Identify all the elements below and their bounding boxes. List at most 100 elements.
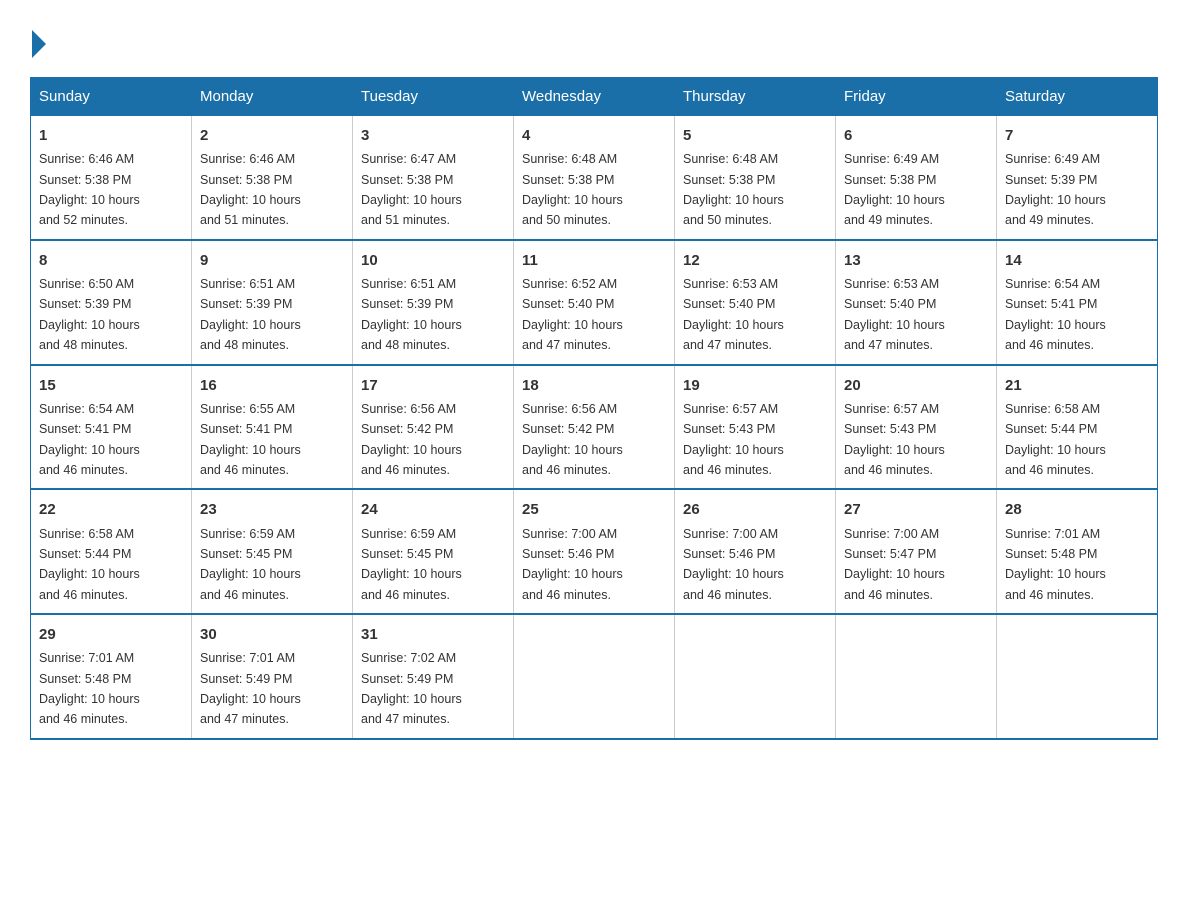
calendar-cell: 15Sunrise: 6:54 AMSunset: 5:41 PMDayligh… bbox=[31, 365, 192, 490]
day-daylight-minutes: and 46 minutes. bbox=[200, 588, 289, 602]
day-sunset-value: Sunset: 5:42 PM bbox=[522, 422, 614, 436]
calendar-cell: 11Sunrise: 6:52 AMSunset: 5:40 PMDayligh… bbox=[514, 240, 675, 365]
day-daylight-minutes: and 48 minutes. bbox=[39, 338, 128, 352]
day-daylight-minutes: and 46 minutes. bbox=[39, 588, 128, 602]
calendar-week-row: 29Sunrise: 7:01 AMSunset: 5:48 PMDayligh… bbox=[31, 614, 1158, 739]
day-daylight-minutes: and 51 minutes. bbox=[200, 213, 289, 227]
day-number: 19 bbox=[683, 374, 827, 397]
calendar-cell: 1Sunrise: 6:46 AMSunset: 5:38 PMDaylight… bbox=[31, 116, 192, 240]
day-number: 23 bbox=[200, 498, 344, 521]
day-sunrise-value: Sunrise: 6:58 AM bbox=[1005, 402, 1100, 416]
day-daylight-hours: Daylight: 10 hours bbox=[200, 318, 301, 332]
day-sunset-value: Sunset: 5:39 PM bbox=[1005, 173, 1097, 187]
day-daylight-minutes: and 48 minutes. bbox=[200, 338, 289, 352]
day-daylight-hours: Daylight: 10 hours bbox=[683, 443, 784, 457]
calendar-cell: 16Sunrise: 6:55 AMSunset: 5:41 PMDayligh… bbox=[192, 365, 353, 490]
day-number: 29 bbox=[39, 623, 183, 646]
day-sunset-value: Sunset: 5:45 PM bbox=[361, 547, 453, 561]
calendar-cell: 14Sunrise: 6:54 AMSunset: 5:41 PMDayligh… bbox=[997, 240, 1158, 365]
day-sunset-value: Sunset: 5:48 PM bbox=[1005, 547, 1097, 561]
day-daylight-hours: Daylight: 10 hours bbox=[361, 193, 462, 207]
day-daylight-hours: Daylight: 10 hours bbox=[200, 443, 301, 457]
calendar-cell bbox=[997, 614, 1158, 739]
day-daylight-minutes: and 46 minutes. bbox=[522, 588, 611, 602]
day-sunrise-value: Sunrise: 6:46 AM bbox=[200, 152, 295, 166]
day-daylight-hours: Daylight: 10 hours bbox=[361, 567, 462, 581]
day-sunrise-value: Sunrise: 6:46 AM bbox=[39, 152, 134, 166]
day-number: 14 bbox=[1005, 249, 1149, 272]
day-daylight-hours: Daylight: 10 hours bbox=[844, 567, 945, 581]
day-sunset-value: Sunset: 5:43 PM bbox=[844, 422, 936, 436]
calendar-header-row: SundayMondayTuesdayWednesdayThursdayFrid… bbox=[31, 78, 1158, 116]
day-sunrise-value: Sunrise: 6:48 AM bbox=[683, 152, 778, 166]
day-sunset-value: Sunset: 5:38 PM bbox=[200, 173, 292, 187]
day-sunrise-value: Sunrise: 6:47 AM bbox=[361, 152, 456, 166]
logo-triangle-icon bbox=[32, 30, 46, 58]
day-sunset-value: Sunset: 5:47 PM bbox=[844, 547, 936, 561]
day-daylight-minutes: and 46 minutes. bbox=[39, 463, 128, 477]
day-sunset-value: Sunset: 5:49 PM bbox=[361, 672, 453, 686]
day-sunset-value: Sunset: 5:39 PM bbox=[39, 297, 131, 311]
column-header-friday: Friday bbox=[836, 78, 997, 116]
day-sunset-value: Sunset: 5:40 PM bbox=[522, 297, 614, 311]
calendar-cell: 18Sunrise: 6:56 AMSunset: 5:42 PMDayligh… bbox=[514, 365, 675, 490]
day-number: 16 bbox=[200, 374, 344, 397]
day-sunset-value: Sunset: 5:38 PM bbox=[844, 173, 936, 187]
day-sunrise-value: Sunrise: 6:55 AM bbox=[200, 402, 295, 416]
logo bbox=[30, 30, 46, 57]
day-number: 12 bbox=[683, 249, 827, 272]
day-sunset-value: Sunset: 5:42 PM bbox=[361, 422, 453, 436]
day-daylight-hours: Daylight: 10 hours bbox=[200, 193, 301, 207]
calendar-cell: 24Sunrise: 6:59 AMSunset: 5:45 PMDayligh… bbox=[353, 489, 514, 614]
day-sunrise-value: Sunrise: 6:52 AM bbox=[522, 277, 617, 291]
calendar-week-row: 8Sunrise: 6:50 AMSunset: 5:39 PMDaylight… bbox=[31, 240, 1158, 365]
day-sunrise-value: Sunrise: 7:01 AM bbox=[200, 651, 295, 665]
day-number: 10 bbox=[361, 249, 505, 272]
day-daylight-minutes: and 47 minutes. bbox=[522, 338, 611, 352]
day-daylight-minutes: and 50 minutes. bbox=[683, 213, 772, 227]
day-sunrise-value: Sunrise: 7:00 AM bbox=[522, 527, 617, 541]
calendar-cell: 26Sunrise: 7:00 AMSunset: 5:46 PMDayligh… bbox=[675, 489, 836, 614]
day-daylight-minutes: and 46 minutes. bbox=[200, 463, 289, 477]
day-number: 22 bbox=[39, 498, 183, 521]
day-sunset-value: Sunset: 5:41 PM bbox=[39, 422, 131, 436]
day-sunrise-value: Sunrise: 6:56 AM bbox=[361, 402, 456, 416]
calendar-cell: 2Sunrise: 6:46 AMSunset: 5:38 PMDaylight… bbox=[192, 116, 353, 240]
day-sunrise-value: Sunrise: 6:53 AM bbox=[683, 277, 778, 291]
day-number: 7 bbox=[1005, 124, 1149, 147]
day-sunrise-value: Sunrise: 6:58 AM bbox=[39, 527, 134, 541]
day-sunset-value: Sunset: 5:43 PM bbox=[683, 422, 775, 436]
day-number: 18 bbox=[522, 374, 666, 397]
day-sunrise-value: Sunrise: 6:59 AM bbox=[361, 527, 456, 541]
day-daylight-minutes: and 47 minutes. bbox=[683, 338, 772, 352]
calendar-cell: 27Sunrise: 7:00 AMSunset: 5:47 PMDayligh… bbox=[836, 489, 997, 614]
day-number: 20 bbox=[844, 374, 988, 397]
day-sunset-value: Sunset: 5:39 PM bbox=[361, 297, 453, 311]
day-number: 31 bbox=[361, 623, 505, 646]
day-sunrise-value: Sunrise: 6:49 AM bbox=[844, 152, 939, 166]
day-sunrise-value: Sunrise: 6:53 AM bbox=[844, 277, 939, 291]
calendar-cell: 9Sunrise: 6:51 AMSunset: 5:39 PMDaylight… bbox=[192, 240, 353, 365]
day-number: 3 bbox=[361, 124, 505, 147]
calendar-cell: 17Sunrise: 6:56 AMSunset: 5:42 PMDayligh… bbox=[353, 365, 514, 490]
day-daylight-hours: Daylight: 10 hours bbox=[39, 193, 140, 207]
day-number: 6 bbox=[844, 124, 988, 147]
day-number: 27 bbox=[844, 498, 988, 521]
day-daylight-hours: Daylight: 10 hours bbox=[361, 692, 462, 706]
day-sunrise-value: Sunrise: 6:56 AM bbox=[522, 402, 617, 416]
day-number: 21 bbox=[1005, 374, 1149, 397]
calendar-cell: 13Sunrise: 6:53 AMSunset: 5:40 PMDayligh… bbox=[836, 240, 997, 365]
day-sunrise-value: Sunrise: 6:54 AM bbox=[39, 402, 134, 416]
day-daylight-hours: Daylight: 10 hours bbox=[844, 193, 945, 207]
day-daylight-minutes: and 47 minutes. bbox=[200, 712, 289, 726]
day-sunrise-value: Sunrise: 7:01 AM bbox=[1005, 527, 1100, 541]
day-daylight-minutes: and 49 minutes. bbox=[1005, 213, 1094, 227]
column-header-tuesday: Tuesday bbox=[353, 78, 514, 116]
day-number: 25 bbox=[522, 498, 666, 521]
calendar-cell bbox=[675, 614, 836, 739]
calendar-cell: 20Sunrise: 6:57 AMSunset: 5:43 PMDayligh… bbox=[836, 365, 997, 490]
day-daylight-hours: Daylight: 10 hours bbox=[1005, 567, 1106, 581]
day-sunset-value: Sunset: 5:39 PM bbox=[200, 297, 292, 311]
day-daylight-hours: Daylight: 10 hours bbox=[39, 318, 140, 332]
calendar-cell: 19Sunrise: 6:57 AMSunset: 5:43 PMDayligh… bbox=[675, 365, 836, 490]
